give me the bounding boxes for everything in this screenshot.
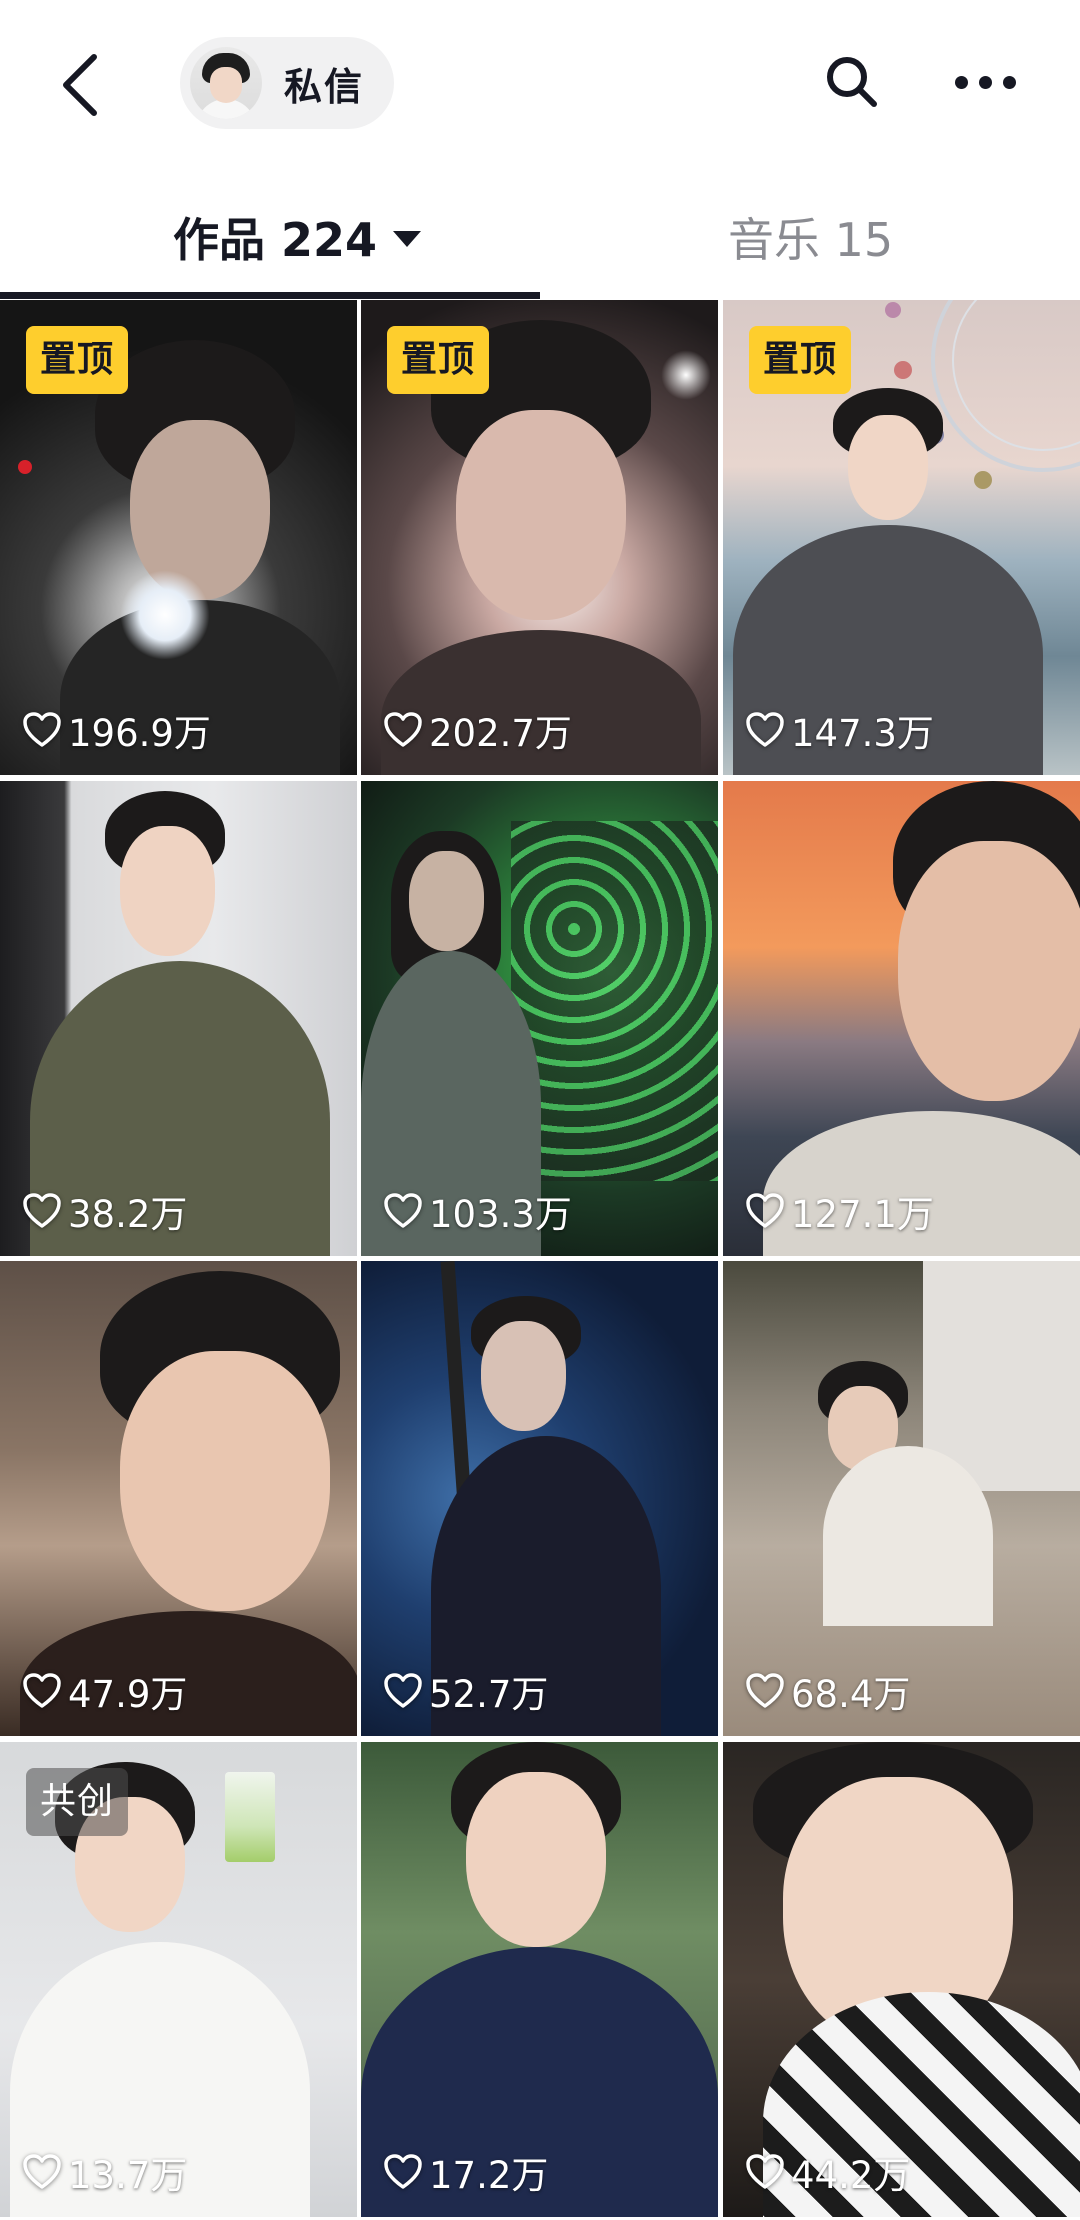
search-button[interactable] (812, 42, 892, 122)
pinned-badge: 置顶 (749, 326, 852, 394)
more-options-button[interactable] (940, 42, 1030, 122)
more-dot-icon (954, 75, 968, 89)
video-thumbnail[interactable]: 47.9万 (0, 1261, 357, 1736)
like-count-value: 52.7万 (429, 1673, 549, 1716)
chevron-left-icon (63, 54, 97, 116)
video-thumbnail[interactable]: 52.7万 (361, 1261, 718, 1736)
like-count-value: 47.9万 (68, 1673, 188, 1716)
video-thumbnail[interactable]: 共创 13.7万 (0, 1742, 357, 2217)
video-thumbnail[interactable]: 置顶 147.3万 (723, 300, 1080, 775)
like-count-value: 103.3万 (429, 1193, 572, 1236)
video-thumbnail[interactable]: 置顶 202.7万 (361, 300, 718, 775)
like-count: 147.3万 (745, 703, 934, 757)
heart-icon (746, 712, 784, 747)
like-count-value: 38.2万 (68, 1193, 188, 1236)
like-count: 17.2万 (383, 2145, 548, 2199)
like-count: 13.7万 (22, 2145, 187, 2199)
back-button[interactable] (40, 40, 120, 130)
direct-message-button[interactable]: 私信 (180, 37, 394, 129)
heart-icon (23, 2154, 61, 2189)
more-dot-icon (1002, 75, 1016, 89)
heart-icon (746, 1193, 784, 1228)
video-thumbnail[interactable]: 103.3万 (361, 781, 718, 1256)
pinned-badge: 置顶 (26, 326, 129, 394)
like-count: 44.2万 (745, 2145, 910, 2199)
more-dot-icon (978, 75, 992, 89)
search-icon (827, 57, 877, 107)
heart-icon (23, 1193, 61, 1228)
profile-tabs: 作品 224 音乐 15 (0, 170, 1080, 300)
video-thumbnail[interactable]: 44.2万 (723, 1742, 1080, 2217)
heart-icon (384, 712, 422, 747)
top-bar: 私信 (0, 0, 1080, 170)
co-creation-badge: 共创 (26, 1768, 129, 1836)
like-count: 202.7万 (383, 703, 572, 757)
heart-icon (23, 1673, 61, 1708)
like-count-value: 196.9万 (68, 712, 211, 755)
tab-music-label: 音乐 15 (728, 213, 894, 267)
heart-icon (746, 2154, 784, 2189)
video-thumbnail[interactable]: 17.2万 (361, 1742, 718, 2217)
pinned-badge: 置顶 (387, 326, 490, 394)
video-thumbnail[interactable]: 置顶 196.9万 (0, 300, 357, 775)
heart-icon (23, 712, 61, 747)
avatar (190, 47, 262, 119)
like-count-value: 68.4万 (791, 1673, 911, 1716)
like-count: 38.2万 (22, 1184, 187, 1238)
video-thumbnail[interactable]: 68.4万 (723, 1261, 1080, 1736)
heart-icon (384, 1193, 422, 1228)
like-count: 196.9万 (22, 703, 211, 757)
like-count-value: 147.3万 (791, 712, 934, 755)
heart-icon (384, 1673, 422, 1708)
tab-works-label: 作品 224 (173, 213, 378, 267)
like-count-value: 44.2万 (791, 2154, 911, 2197)
heart-icon (384, 2154, 422, 2189)
video-thumbnail[interactable]: 38.2万 (0, 781, 357, 1256)
like-count-value: 17.2万 (429, 2154, 549, 2197)
like-count-value: 202.7万 (429, 712, 572, 755)
like-count: 127.1万 (745, 1184, 934, 1238)
video-thumbnail[interactable]: 127.1万 (723, 781, 1080, 1256)
tab-works[interactable]: 作品 224 (173, 202, 422, 272)
tab-music[interactable]: 音乐 15 (728, 202, 893, 272)
like-count: 52.7万 (383, 1664, 548, 1718)
direct-message-label: 私信 (284, 64, 365, 109)
video-grid: 置顶 196.9万 置顶 202.7万 置顶 147.3万 38.2万 103.… (0, 300, 1080, 2220)
caret-down-icon (393, 231, 422, 247)
like-count: 103.3万 (383, 1184, 572, 1238)
active-tab-indicator (0, 292, 540, 299)
like-count-value: 127.1万 (791, 1193, 934, 1236)
heart-icon (746, 1673, 784, 1708)
like-count: 68.4万 (745, 1664, 910, 1718)
like-count-value: 13.7万 (68, 2154, 188, 2197)
like-count: 47.9万 (22, 1664, 187, 1718)
